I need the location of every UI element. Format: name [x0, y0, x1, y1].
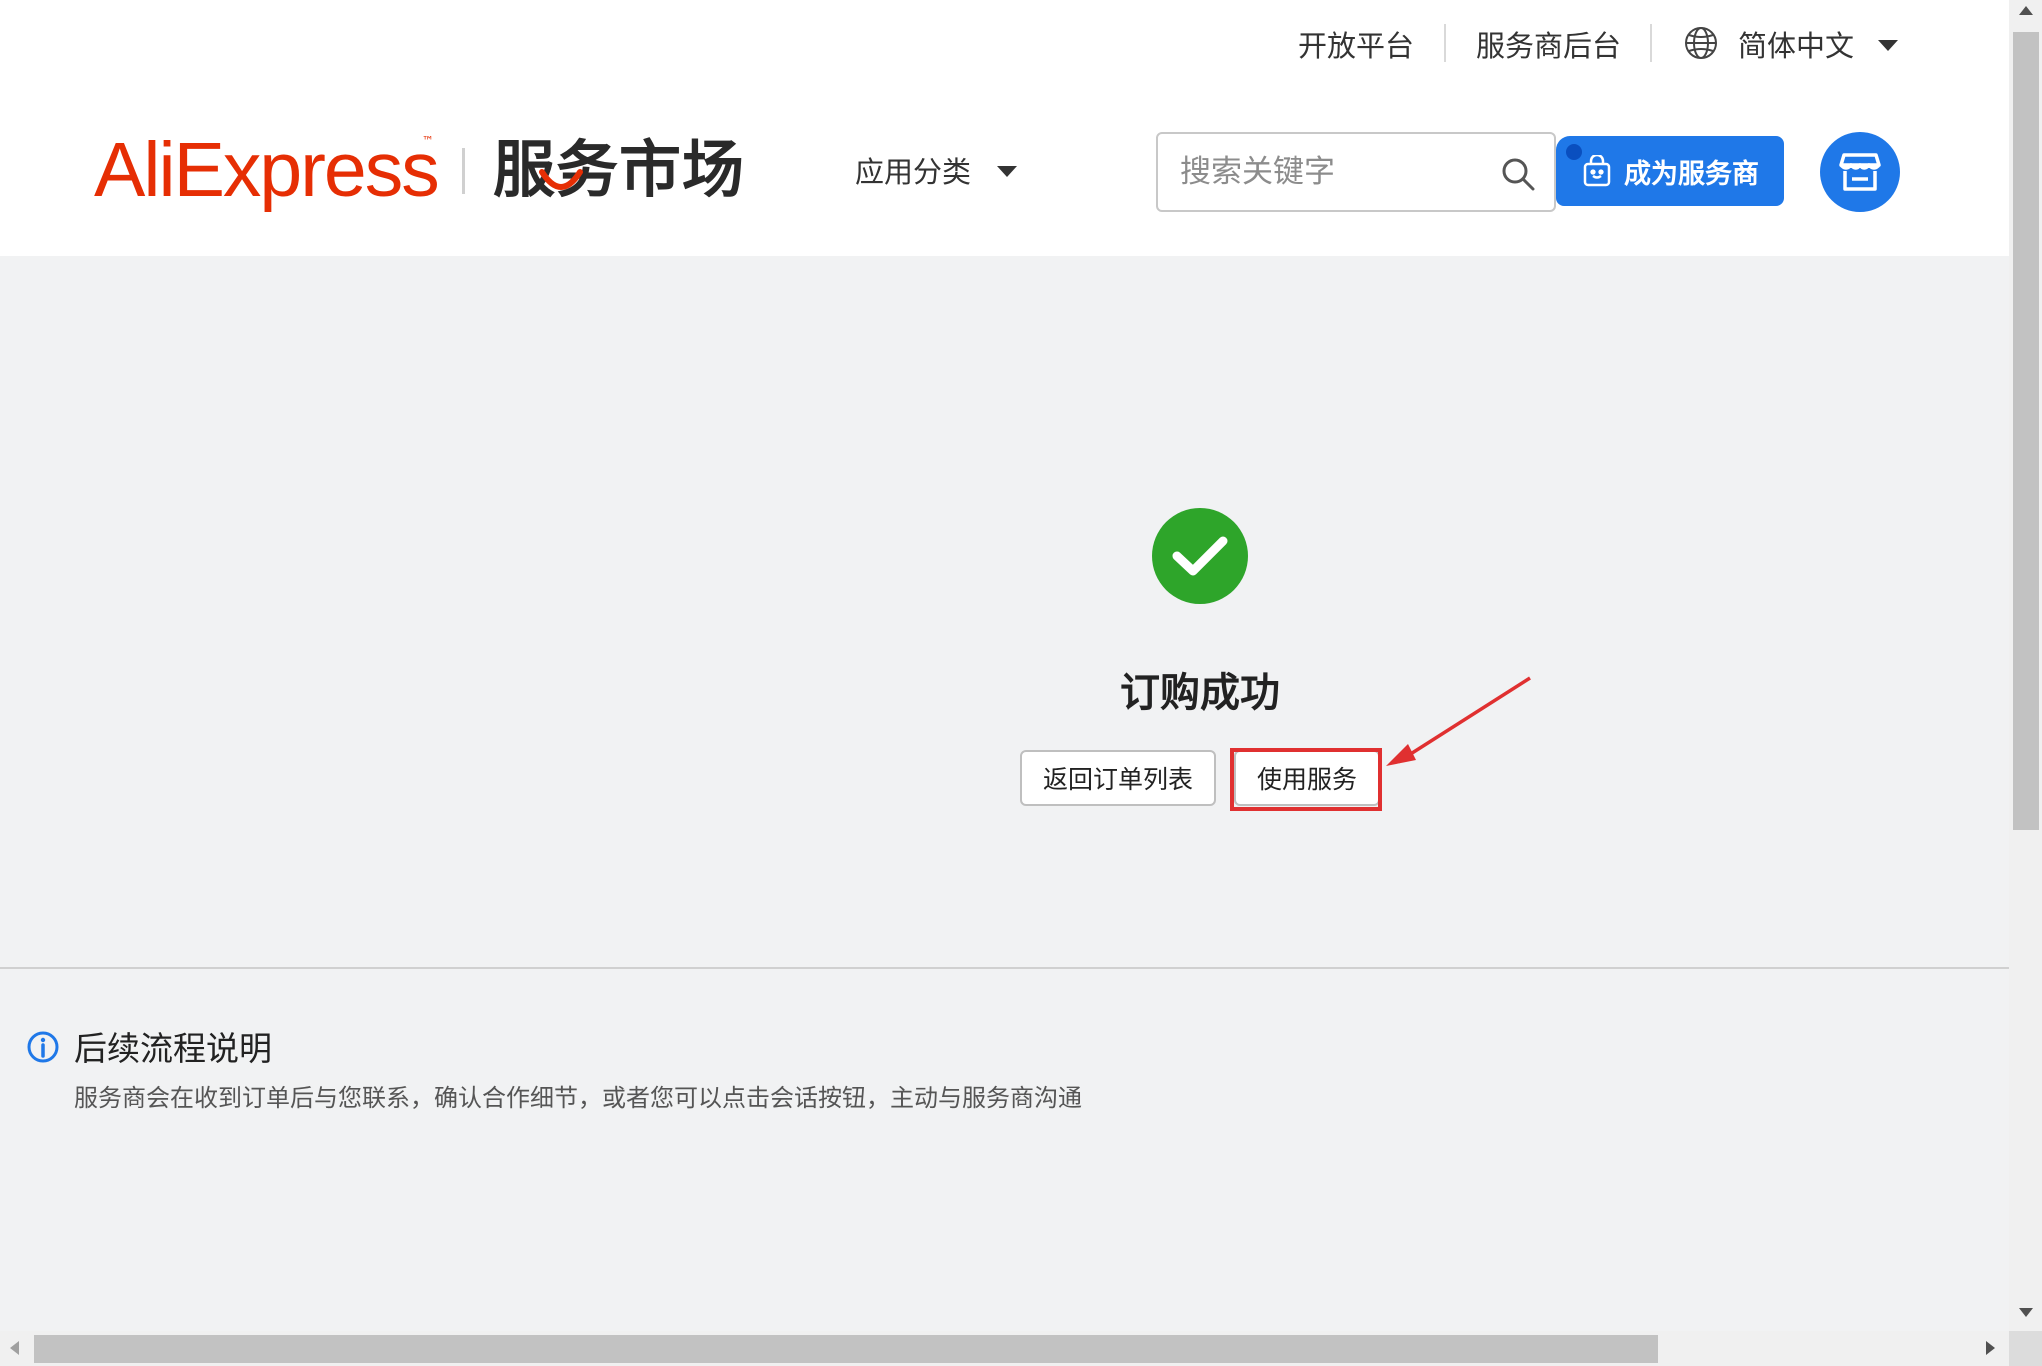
shopping-bag-icon [1582, 155, 1612, 187]
followup-process-title: 后续流程说明 [74, 1029, 272, 1068]
provider-backend-link[interactable]: 服务商后台 [1476, 26, 1621, 66]
scroll-up-arrow-icon[interactable] [2019, 6, 2033, 15]
category-dropdown[interactable]: 应用分类 [855, 152, 1018, 192]
search-input[interactable] [1180, 134, 1480, 210]
globe-icon [1684, 26, 1718, 60]
horizontal-scrollbar-thumb[interactable] [34, 1335, 1658, 1363]
chevron-down-icon [1878, 40, 1899, 52]
category-label: 应用分类 [855, 155, 972, 189]
logo-divider [462, 148, 465, 194]
open-platform-link[interactable]: 开放平台 [1298, 26, 1414, 66]
site-header: 开放平台 服务商后台 简体中文 AliExpress ™ 服务市场 应用分类 搜… [0, 0, 2009, 256]
scroll-right-arrow-icon[interactable] [1986, 1341, 1995, 1355]
topbar-divider [1444, 24, 1446, 62]
search-box [1156, 132, 1556, 212]
become-provider-label: 成为服务商 [1624, 158, 1759, 190]
followup-process-description: 服务商会在收到订单后与您联系，确认合作细节，或者您可以点击会话按钮，主动与服务商… [74, 1084, 1082, 1112]
scroll-left-arrow-icon[interactable] [10, 1341, 19, 1355]
vertical-scrollbar[interactable] [2009, 0, 2042, 1366]
store-button[interactable] [1820, 132, 1900, 212]
service-market-logo[interactable]: 服务市场 [493, 134, 745, 206]
back-to-orders-button[interactable]: 返回订单列表 [1020, 750, 1216, 806]
dot-decoration [1566, 144, 1582, 160]
success-check-icon [1152, 508, 1248, 604]
logo-trademark: ™ [422, 134, 434, 148]
become-provider-button[interactable]: 成为服务商 [1556, 136, 1784, 206]
success-title: 订购成功 [1120, 670, 1280, 716]
horizontal-scrollbar[interactable] [0, 1331, 2009, 1366]
annotation-highlight-box [1230, 748, 1382, 811]
language-label: 简体中文 [1738, 29, 1855, 63]
search-icon[interactable] [1500, 156, 1536, 196]
section-divider [0, 967, 2009, 969]
annotation-arrow-icon [1380, 670, 1540, 774]
logo-wordmark: AliExpress [94, 127, 440, 213]
logo-smile-icon [538, 168, 584, 202]
store-icon [1838, 151, 1882, 193]
scrollbar-corner [2009, 1331, 2042, 1366]
vertical-scrollbar-thumb[interactable] [2013, 32, 2039, 830]
topbar-divider [1650, 24, 1652, 62]
info-icon [26, 1030, 60, 1068]
chevron-down-icon [997, 166, 1018, 178]
language-selector[interactable]: 简体中文 [1684, 26, 1899, 66]
scroll-down-arrow-icon[interactable] [2019, 1308, 2033, 1317]
